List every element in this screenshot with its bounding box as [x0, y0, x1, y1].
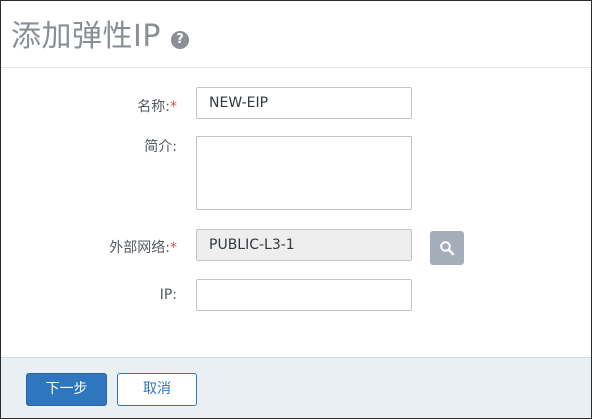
network-input[interactable]: PUBLIC-L3-1 [196, 229, 412, 261]
description-textarea[interactable] [196, 136, 412, 210]
add-eip-dialog: 添加弹性IP ? 名称:* NEW-EIP 简介: 外部网络:* PUBLIC-… [0, 0, 592, 419]
network-input-value: PUBLIC-L3-1 [209, 237, 295, 253]
name-label-text: 名称: [137, 99, 170, 115]
dialog-header: 添加弹性IP ? [1, 1, 591, 68]
ip-input[interactable] [196, 279, 412, 311]
dialog-title: 添加弹性IP [11, 19, 161, 54]
required-mark: * [170, 240, 177, 256]
search-icon [440, 241, 455, 256]
network-label: 外部网络:* [1, 237, 177, 257]
description-label: 简介: [1, 136, 177, 156]
dialog-footer: 下一步 取消 [1, 357, 591, 418]
ip-label-text: IP: [159, 287, 177, 303]
network-label-text: 外部网络: [109, 240, 170, 256]
name-label: 名称:* [1, 96, 177, 116]
cancel-button[interactable]: 取消 [117, 373, 197, 406]
required-mark: * [170, 99, 177, 115]
next-button[interactable]: 下一步 [26, 373, 107, 406]
network-search-button[interactable] [430, 231, 464, 265]
name-input-value: NEW-EIP [209, 95, 269, 111]
name-input[interactable]: NEW-EIP [196, 87, 412, 119]
ip-label: IP: [1, 287, 177, 303]
question-circle-icon[interactable]: ? [171, 31, 189, 49]
description-label-text: 简介: [144, 139, 177, 155]
